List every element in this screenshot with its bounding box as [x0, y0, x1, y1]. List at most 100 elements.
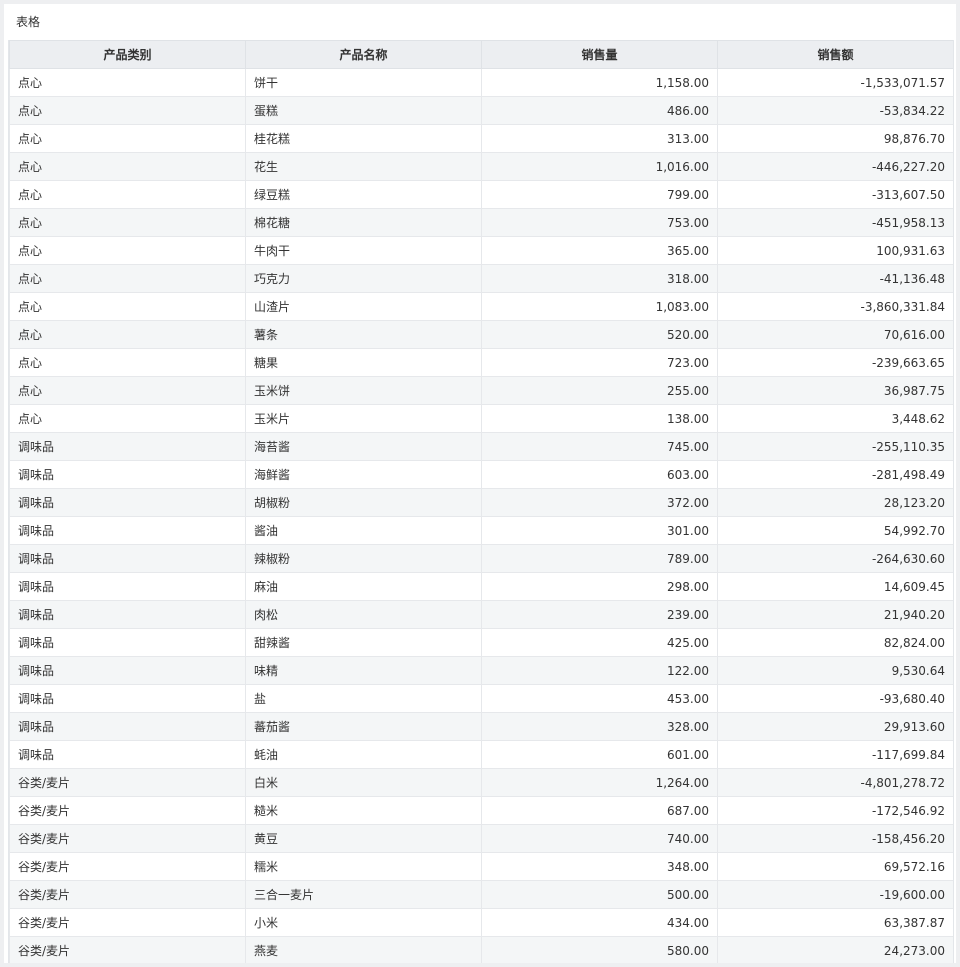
cell-product-name: 蛋糕: [245, 96, 482, 125]
table-row[interactable]: 点心 玉米饼 255.00 36,987.75: [9, 376, 953, 405]
table-row[interactable]: 点心 牛肉干 365.00 100,931.63: [9, 236, 953, 265]
table-row[interactable]: 点心 蛋糕 486.00 -53,834.22: [9, 96, 953, 125]
cell-sales-amount: -281,498.49: [717, 460, 953, 489]
cell-sales-volume: 122.00: [481, 656, 718, 685]
cell-sales-volume: 318.00: [481, 264, 718, 293]
cell-sales-amount: 28,123.20: [717, 488, 953, 517]
cell-sales-amount: -41,136.48: [717, 264, 953, 293]
cell-sales-volume: 453.00: [481, 684, 718, 713]
table-row[interactable]: 调味品 酱油 301.00 54,992.70: [9, 516, 953, 545]
cell-category: 点心: [9, 264, 246, 293]
cell-sales-volume: 328.00: [481, 712, 718, 741]
cell-sales-volume: 1,083.00: [481, 292, 718, 321]
cell-category: 点心: [9, 376, 246, 405]
cell-category: 谷类/麦片: [9, 796, 246, 825]
cell-product-name: 胡椒粉: [245, 488, 482, 517]
table-scroll-area[interactable]: 产品类别 产品名称 销售量 销售额 点心 饼干 1,158.00 -1,533,071…: [8, 40, 954, 963]
cell-sales-volume: 425.00: [481, 628, 718, 657]
cell-product-name: 盐: [245, 684, 482, 713]
table-row[interactable]: 调味品 海鲜酱 603.00 -281,498.49: [9, 460, 953, 489]
table-row[interactable]: 点心 玉米片 138.00 3,448.62: [9, 404, 953, 433]
table-row[interactable]: 调味品 蕃茄酱 328.00 29,913.60: [9, 712, 953, 741]
cell-sales-amount: -117,699.84: [717, 740, 953, 769]
table-row[interactable]: 谷类/麦片 三合一麦片 500.00 -19,600.00: [9, 880, 953, 909]
cell-category: 谷类/麦片: [9, 852, 246, 881]
cell-sales-amount: 9,530.64: [717, 656, 953, 685]
cell-sales-amount: 82,824.00: [717, 628, 953, 657]
cell-product-name: 燕麦: [245, 936, 482, 963]
cell-product-name: 牛肉干: [245, 236, 482, 265]
cell-category: 点心: [9, 68, 246, 97]
table-row[interactable]: 调味品 辣椒粉 789.00 -264,630.60: [9, 544, 953, 573]
table-row[interactable]: 谷类/麦片 糯米 348.00 69,572.16: [9, 852, 953, 881]
cell-category: 谷类/麦片: [9, 880, 246, 909]
cell-product-name: 麻油: [245, 572, 482, 601]
cell-sales-amount: 63,387.87: [717, 908, 953, 937]
cell-sales-volume: 239.00: [481, 600, 718, 629]
table-row[interactable]: 点心 糖果 723.00 -239,663.65: [9, 348, 953, 377]
table-row[interactable]: 调味品 肉松 239.00 21,940.20: [9, 600, 953, 629]
cell-sales-volume: 500.00: [481, 880, 718, 909]
cell-sales-volume: 298.00: [481, 572, 718, 601]
cell-category: 点心: [9, 208, 246, 237]
cell-category: 调味品: [9, 656, 246, 685]
cell-sales-amount: -19,600.00: [717, 880, 953, 909]
table-row[interactable]: 点心 饼干 1,158.00 -1,533,071.57: [9, 68, 953, 97]
table-row[interactable]: 点心 棉花糖 753.00 -451,958.13: [9, 208, 953, 237]
cell-sales-volume: 301.00: [481, 516, 718, 545]
table-row[interactable]: 点心 花生 1,016.00 -446,227.20: [9, 152, 953, 181]
cell-category: 谷类/麦片: [9, 768, 246, 797]
cell-category: 点心: [9, 404, 246, 433]
panel-title: 表格: [16, 15, 41, 29]
cell-sales-amount: -93,680.40: [717, 684, 953, 713]
cell-sales-volume: 372.00: [481, 488, 718, 517]
cell-product-name: 糯米: [245, 852, 482, 881]
table-row[interactable]: 调味品 味精 122.00 9,530.64: [9, 656, 953, 685]
cell-product-name: 糖果: [245, 348, 482, 377]
table-row[interactable]: 点心 山渣片 1,083.00 -3,860,331.84: [9, 292, 953, 321]
table-row[interactable]: 谷类/麦片 黄豆 740.00 -158,456.20: [9, 824, 953, 853]
table-row[interactable]: 点心 桂花糕 313.00 98,876.70: [9, 124, 953, 153]
cell-category: 调味品: [9, 712, 246, 741]
cell-category: 调味品: [9, 740, 246, 769]
table-row[interactable]: 调味品 甜辣酱 425.00 82,824.00: [9, 628, 953, 657]
cell-product-name: 三合一麦片: [245, 880, 482, 909]
table-row[interactable]: 调味品 胡椒粉 372.00 28,123.20: [9, 488, 953, 517]
cell-sales-volume: 255.00: [481, 376, 718, 405]
column-header-product-name[interactable]: 产品名称: [245, 40, 482, 69]
column-header-sales-volume[interactable]: 销售量: [481, 40, 718, 69]
cell-sales-amount: -239,663.65: [717, 348, 953, 377]
table-row[interactable]: 调味品盐 453.00 -93,680.40: [9, 684, 953, 713]
cell-category: 调味品: [9, 432, 246, 461]
cell-category: 点心: [9, 124, 246, 153]
cell-product-name: 花生: [245, 152, 482, 181]
table-row[interactable]: 谷类/麦片 白米 1,264.00 -4,801,278.72: [9, 768, 953, 797]
cell-sales-volume: 799.00: [481, 180, 718, 209]
cell-product-name: 山渣片: [245, 292, 482, 321]
table-row[interactable]: 调味品 海苔酱 745.00 -255,110.35: [9, 432, 953, 461]
cell-category: 调味品: [9, 600, 246, 629]
cell-sales-volume: 1,016.00: [481, 152, 718, 181]
cell-sales-amount: -255,110.35: [717, 432, 953, 461]
cell-product-name: 肉松: [245, 600, 482, 629]
cell-sales-volume: 486.00: [481, 96, 718, 125]
column-header-category[interactable]: 产品类别: [9, 40, 246, 69]
table-row[interactable]: 点心 薯条 520.00 70,616.00: [9, 320, 953, 349]
table-row[interactable]: 谷类/麦片 燕麦 580.00 24,273.00: [9, 936, 953, 963]
column-header-sales-amount[interactable]: 销售额: [717, 40, 953, 69]
table-body: 点心 饼干 1,158.00 -1,533,071.57 点心 蛋糕 486.00 -53,8…: [9, 68, 953, 963]
table-row[interactable]: 调味品 蚝油 601.00 -117,699.84: [9, 740, 953, 769]
table-row[interactable]: 谷类/麦片 小米 434.00 63,387.87: [9, 908, 953, 937]
table-row[interactable]: 调味品 麻油 298.00 14,609.45: [9, 572, 953, 601]
cell-sales-amount: -264,630.60: [717, 544, 953, 573]
table-row[interactable]: 点心 绿豆糕 799.00 -313,607.50: [9, 180, 953, 209]
cell-product-name: 玉米片: [245, 404, 482, 433]
cell-category: 谷类/麦片: [9, 908, 246, 937]
cell-product-name: 黄豆: [245, 824, 482, 853]
cell-product-name: 蕃茄酱: [245, 712, 482, 741]
cell-sales-amount: -1,533,071.57: [717, 68, 953, 97]
cell-product-name: 白米: [245, 768, 482, 797]
table-row[interactable]: 谷类/麦片 糙米 687.00 -172,546.92: [9, 796, 953, 825]
table-row[interactable]: 点心 巧克力 318.00 -41,136.48: [9, 264, 953, 293]
cell-category: 调味品: [9, 544, 246, 573]
